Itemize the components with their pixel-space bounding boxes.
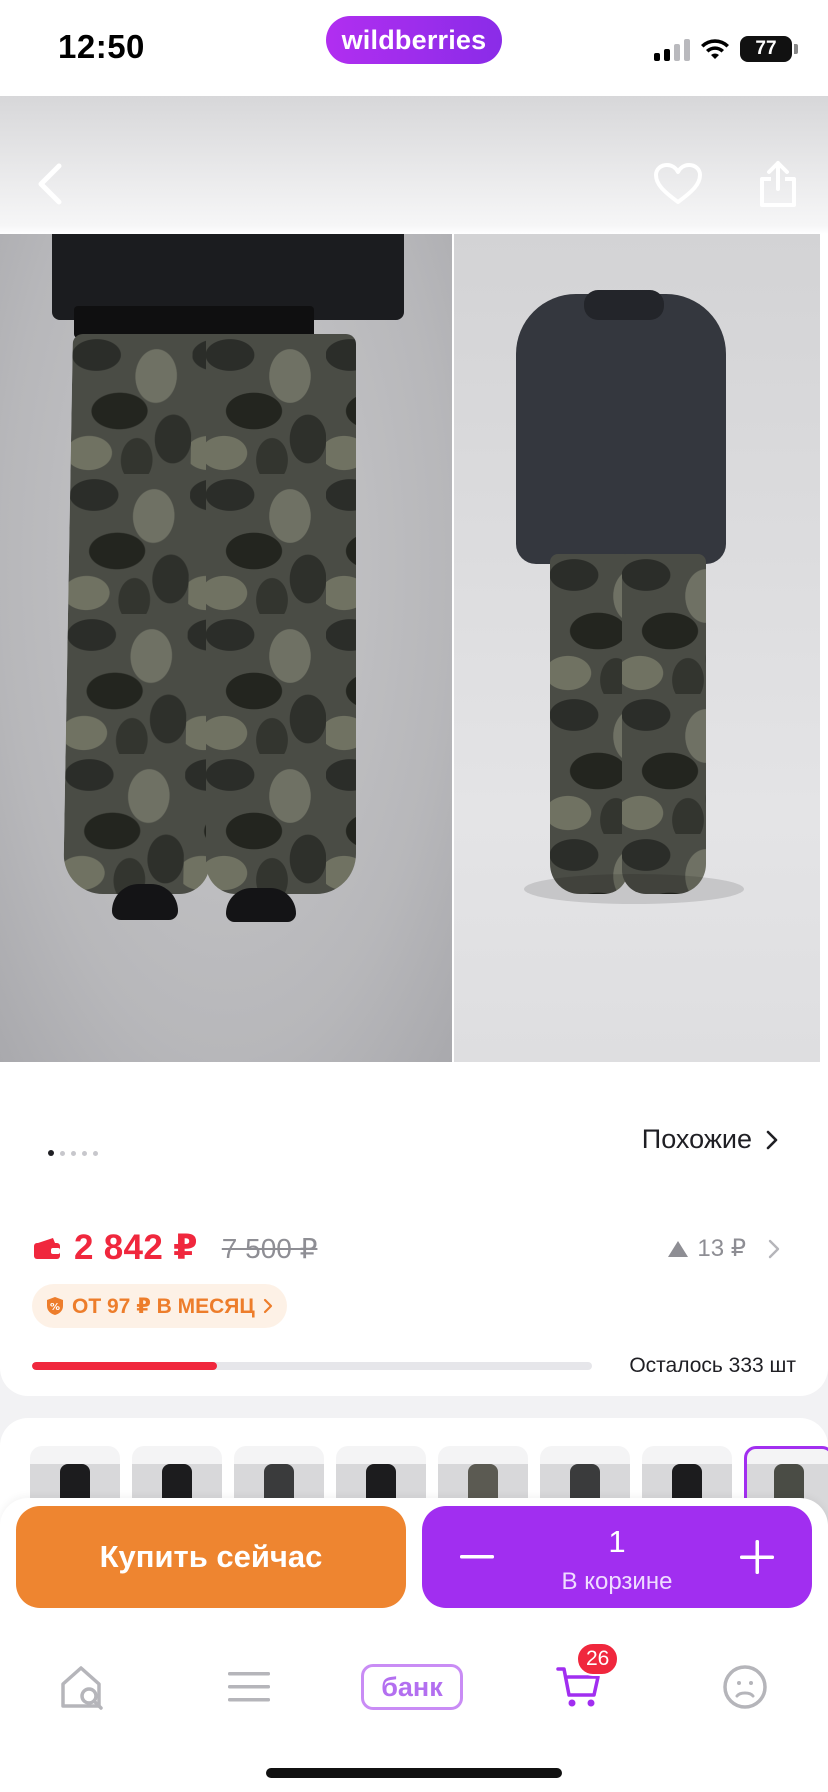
heart-icon: [654, 163, 702, 204]
brand-logo: wildberries: [326, 16, 502, 64]
pants-back-left: [550, 554, 628, 894]
battery-icon: 77: [740, 36, 798, 62]
plus-icon: [740, 1540, 774, 1574]
status-icons: 77: [654, 34, 798, 64]
floor-shadow: [524, 874, 744, 904]
stock-remaining: Осталось 333 шт: [629, 1354, 796, 1377]
triangle-up-icon: [668, 1240, 689, 1257]
status-bar: 12:50 wildberries 77: [0, 0, 828, 96]
shoe-left: [112, 884, 178, 920]
back-arrow-icon: [38, 163, 62, 205]
bank-icon: банк: [361, 1664, 463, 1710]
gallery-pagination: [48, 1150, 98, 1156]
cart-quantity-control: 1 В корзине: [422, 1506, 812, 1608]
status-time: 12:50: [58, 28, 145, 65]
wallet-icon: [32, 1236, 62, 1260]
favorite-button[interactable]: [648, 154, 708, 214]
pagination-dot: [93, 1150, 98, 1156]
stock-progress-fill: [32, 1362, 217, 1370]
old-price: 7 500 ₽: [221, 1232, 318, 1264]
price-row: 2 842 ₽ 7 500 ₽: [32, 1228, 317, 1268]
jacket-shape: [516, 294, 726, 564]
pants-left-leg: [63, 334, 219, 894]
price-change-value: 13 ₽: [697, 1235, 746, 1262]
buy-now-button[interactable]: Купить сейчас: [16, 1506, 406, 1608]
cart-count-badge: 26: [576, 1642, 620, 1676]
product-image-front[interactable]: [0, 234, 452, 1062]
back-button[interactable]: [20, 154, 80, 214]
action-bar: Купить сейчас 1 В корзине: [0, 1498, 828, 1626]
profile-icon: [723, 1665, 767, 1709]
pants-right-leg: [206, 334, 356, 894]
current-price: 2 842 ₽: [74, 1228, 198, 1267]
tab-profile[interactable]: [710, 1652, 780, 1722]
pagination-dot: [60, 1150, 65, 1156]
share-icon: [760, 161, 796, 207]
product-gallery[interactable]: [0, 96, 828, 1062]
tab-catalog[interactable]: [214, 1652, 284, 1722]
chevron-right-icon: [263, 1298, 272, 1314]
product-info-card: Похожие 2 842 ₽ 7 500 ₽ 13 ₽ % ОТ 97 ₽ В…: [0, 1062, 828, 1396]
menu-icon: [228, 1672, 270, 1702]
pants-back-right: [622, 554, 706, 894]
svg-text:%: %: [50, 1302, 60, 1313]
collar-shape: [584, 290, 664, 320]
price-change[interactable]: 13 ₽: [667, 1234, 780, 1263]
signal-icon: [654, 37, 690, 61]
installment-text: ОТ 97 ₽ В МЕСЯЦ: [72, 1294, 255, 1318]
bottom-tab-bar: банк 26: [0, 1626, 828, 1792]
pagination-dot: [71, 1150, 76, 1156]
increase-quantity-button[interactable]: [732, 1532, 782, 1582]
installment-badge[interactable]: % ОТ 97 ₽ В МЕСЯЦ: [32, 1284, 287, 1328]
chevron-right-icon: [768, 1239, 780, 1258]
tab-home[interactable]: [48, 1652, 118, 1722]
chevron-right-icon: [766, 1130, 778, 1149]
shoe-right: [226, 888, 296, 922]
wifi-icon: [701, 39, 729, 59]
share-button[interactable]: [748, 154, 808, 214]
pagination-dot: [82, 1150, 87, 1156]
stock-progress-bar: [32, 1362, 592, 1370]
shield-percent-icon: %: [47, 1297, 63, 1315]
similar-label: Похожие: [641, 1124, 752, 1154]
product-image-back[interactable]: [454, 234, 820, 1062]
home-search-icon: [61, 1666, 103, 1710]
home-indicator: [266, 1768, 562, 1778]
pagination-dot: [48, 1150, 54, 1156]
tab-cart[interactable]: 26: [544, 1642, 620, 1722]
tab-bank[interactable]: банк: [360, 1652, 464, 1722]
similar-products-link[interactable]: Похожие: [642, 1124, 778, 1155]
